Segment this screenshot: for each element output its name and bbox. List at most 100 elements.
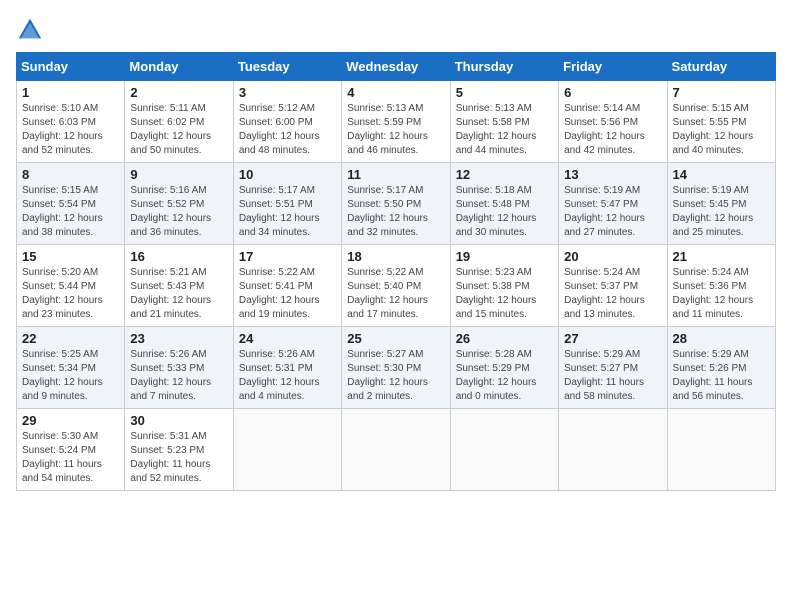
day-info: Sunrise: 5:27 AM Sunset: 5:30 PM Dayligh… xyxy=(347,348,444,404)
calendar-week-4: 29Sunrise: 5:30 AM Sunset: 5:24 PM Dayli… xyxy=(17,409,776,491)
day-number: 17 xyxy=(239,249,336,264)
day-number: 26 xyxy=(456,331,553,346)
day-info: Sunrise: 5:28 AM Sunset: 5:29 PM Dayligh… xyxy=(456,348,553,404)
day-number: 9 xyxy=(130,167,227,182)
calendar-cell: 10 Sunrise: 5:17 AM Sunset: 5:51 PM Dayli… xyxy=(233,163,341,245)
day-info: Sunrise: 5:11 AM Sunset: 6:02 PM Dayligh… xyxy=(130,102,227,158)
day-number: 11 xyxy=(347,167,444,182)
calendar-cell: 13Sunrise: 5:19 AM Sunset: 5:47 PM Dayli… xyxy=(559,163,667,245)
logo-icon xyxy=(16,16,44,44)
day-number: 23 xyxy=(130,331,227,346)
day-number: 22 xyxy=(22,331,119,346)
calendar-cell: 4 Sunrise: 5:13 AM Sunset: 5:59 PM Daylig… xyxy=(342,81,450,163)
calendar-cell: 16 Sunrise: 5:21 AM Sunset: 5:43 PM Dayli… xyxy=(125,245,233,327)
day-number: 2 xyxy=(130,85,227,100)
calendar-header-row: SundayMondayTuesdayWednesdayThursdayFrid… xyxy=(17,53,776,81)
calendar-cell: 17 Sunrise: 5:22 AM Sunset: 5:41 PM Dayli… xyxy=(233,245,341,327)
calendar-table: SundayMondayTuesdayWednesdayThursdayFrid… xyxy=(16,52,776,491)
day-info: Sunrise: 5:24 AM Sunset: 5:36 PM Dayligh… xyxy=(673,266,770,322)
day-info: Sunrise: 5:23 AM Sunset: 5:38 PM Dayligh… xyxy=(456,266,553,322)
calendar-cell xyxy=(233,409,341,491)
day-info: Sunrise: 5:22 AM Sunset: 5:40 PM Dayligh… xyxy=(347,266,444,322)
day-info: Sunrise: 5:31 AM Sunset: 5:23 PM Dayligh… xyxy=(130,430,227,486)
day-info: Sunrise: 5:15 AM Sunset: 5:54 PM Dayligh… xyxy=(22,184,119,240)
calendar-cell: 7Sunrise: 5:15 AM Sunset: 5:55 PM Daylig… xyxy=(667,81,775,163)
calendar-cell: 3Sunrise: 5:12 AM Sunset: 6:00 PM Daylig… xyxy=(233,81,341,163)
day-number: 10 xyxy=(239,167,336,182)
day-info: Sunrise: 5:22 AM Sunset: 5:41 PM Dayligh… xyxy=(239,266,336,322)
day-number: 6 xyxy=(564,85,661,100)
day-header-saturday: Saturday xyxy=(667,53,775,81)
calendar-cell: 21 Sunrise: 5:24 AM Sunset: 5:36 PM Dayli… xyxy=(667,245,775,327)
day-number: 1 xyxy=(22,85,119,100)
day-number: 21 xyxy=(673,249,770,264)
calendar-cell: 30 Sunrise: 5:31 AM Sunset: 5:23 PM Dayli… xyxy=(125,409,233,491)
day-number: 19 xyxy=(456,249,553,264)
calendar-cell: 23 Sunrise: 5:26 AM Sunset: 5:33 PM Dayli… xyxy=(125,327,233,409)
calendar-cell: 1 Sunrise: 5:10 AM Sunset: 6:03 PM Daylig… xyxy=(17,81,125,163)
day-number: 8 xyxy=(22,167,119,182)
day-number: 12 xyxy=(456,167,553,182)
calendar-cell: 27Sunrise: 5:29 AM Sunset: 5:27 PM Dayli… xyxy=(559,327,667,409)
day-info: Sunrise: 5:13 AM Sunset: 5:59 PM Dayligh… xyxy=(347,102,444,158)
calendar-cell: 26 Sunrise: 5:28 AM Sunset: 5:29 PM Dayli… xyxy=(450,327,558,409)
logo xyxy=(16,16,48,44)
day-info: Sunrise: 5:10 AM Sunset: 6:03 PM Dayligh… xyxy=(22,102,119,158)
day-info: Sunrise: 5:17 AM Sunset: 5:50 PM Dayligh… xyxy=(347,184,444,240)
day-number: 20 xyxy=(564,249,661,264)
day-number: 29 xyxy=(22,413,119,428)
day-number: 13 xyxy=(564,167,661,182)
calendar-week-1: 8 Sunrise: 5:15 AM Sunset: 5:54 PM Daylig… xyxy=(17,163,776,245)
day-info: Sunrise: 5:29 AM Sunset: 5:26 PM Dayligh… xyxy=(673,348,770,404)
calendar-cell: 22 Sunrise: 5:25 AM Sunset: 5:34 PM Dayli… xyxy=(17,327,125,409)
calendar-cell: 14Sunrise: 5:19 AM Sunset: 5:45 PM Dayli… xyxy=(667,163,775,245)
calendar-cell: 11 Sunrise: 5:17 AM Sunset: 5:50 PM Dayli… xyxy=(342,163,450,245)
day-info: Sunrise: 5:24 AM Sunset: 5:37 PM Dayligh… xyxy=(564,266,661,322)
page-header xyxy=(16,16,776,44)
calendar-cell: 8 Sunrise: 5:15 AM Sunset: 5:54 PM Daylig… xyxy=(17,163,125,245)
day-header-monday: Monday xyxy=(125,53,233,81)
day-number: 28 xyxy=(673,331,770,346)
day-number: 25 xyxy=(347,331,444,346)
day-number: 30 xyxy=(130,413,227,428)
day-info: Sunrise: 5:17 AM Sunset: 5:51 PM Dayligh… xyxy=(239,184,336,240)
day-number: 24 xyxy=(239,331,336,346)
day-info: Sunrise: 5:18 AM Sunset: 5:48 PM Dayligh… xyxy=(456,184,553,240)
calendar-cell: 24 Sunrise: 5:26 AM Sunset: 5:31 PM Dayli… xyxy=(233,327,341,409)
calendar-cell: 15Sunrise: 5:20 AM Sunset: 5:44 PM Dayli… xyxy=(17,245,125,327)
calendar-cell xyxy=(450,409,558,491)
calendar-cell: 9 Sunrise: 5:16 AM Sunset: 5:52 PM Daylig… xyxy=(125,163,233,245)
calendar-cell: 18 Sunrise: 5:22 AM Sunset: 5:40 PM Dayli… xyxy=(342,245,450,327)
calendar-week-3: 22 Sunrise: 5:25 AM Sunset: 5:34 PM Dayli… xyxy=(17,327,776,409)
day-info: Sunrise: 5:21 AM Sunset: 5:43 PM Dayligh… xyxy=(130,266,227,322)
day-number: 3 xyxy=(239,85,336,100)
day-header-sunday: Sunday xyxy=(17,53,125,81)
day-header-friday: Friday xyxy=(559,53,667,81)
day-number: 14 xyxy=(673,167,770,182)
day-number: 16 xyxy=(130,249,227,264)
calendar-week-2: 15Sunrise: 5:20 AM Sunset: 5:44 PM Dayli… xyxy=(17,245,776,327)
calendar-cell: 12 Sunrise: 5:18 AM Sunset: 5:48 PM Dayli… xyxy=(450,163,558,245)
day-number: 15 xyxy=(22,249,119,264)
day-info: Sunrise: 5:26 AM Sunset: 5:31 PM Dayligh… xyxy=(239,348,336,404)
day-info: Sunrise: 5:14 AM Sunset: 5:56 PM Dayligh… xyxy=(564,102,661,158)
day-header-thursday: Thursday xyxy=(450,53,558,81)
calendar-cell: 28 Sunrise: 5:29 AM Sunset: 5:26 PM Dayli… xyxy=(667,327,775,409)
day-info: Sunrise: 5:16 AM Sunset: 5:52 PM Dayligh… xyxy=(130,184,227,240)
day-number: 27 xyxy=(564,331,661,346)
day-number: 18 xyxy=(347,249,444,264)
day-header-tuesday: Tuesday xyxy=(233,53,341,81)
day-info: Sunrise: 5:26 AM Sunset: 5:33 PM Dayligh… xyxy=(130,348,227,404)
calendar-cell xyxy=(559,409,667,491)
day-number: 5 xyxy=(456,85,553,100)
calendar-cell xyxy=(667,409,775,491)
calendar-cell: 2 Sunrise: 5:11 AM Sunset: 6:02 PM Daylig… xyxy=(125,81,233,163)
calendar-week-0: 1 Sunrise: 5:10 AM Sunset: 6:03 PM Daylig… xyxy=(17,81,776,163)
day-info: Sunrise: 5:25 AM Sunset: 5:34 PM Dayligh… xyxy=(22,348,119,404)
day-number: 4 xyxy=(347,85,444,100)
calendar-cell: 6 Sunrise: 5:14 AM Sunset: 5:56 PM Daylig… xyxy=(559,81,667,163)
calendar-cell: 19 Sunrise: 5:23 AM Sunset: 5:38 PM Dayli… xyxy=(450,245,558,327)
day-header-wednesday: Wednesday xyxy=(342,53,450,81)
calendar-cell xyxy=(342,409,450,491)
day-info: Sunrise: 5:13 AM Sunset: 5:58 PM Dayligh… xyxy=(456,102,553,158)
